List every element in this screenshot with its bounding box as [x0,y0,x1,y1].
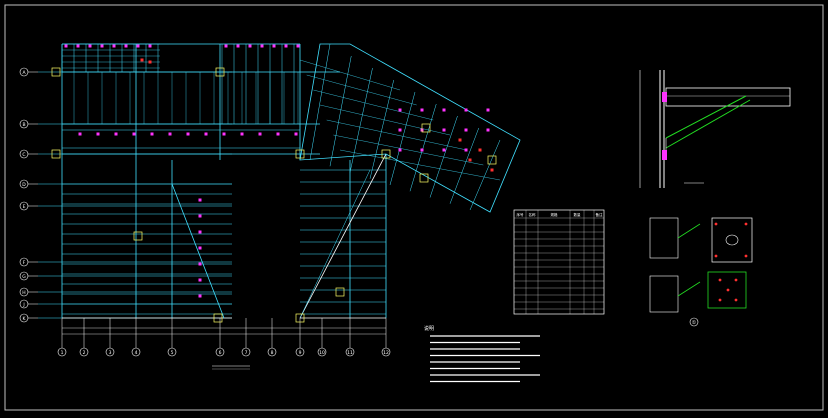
section-tag-marker [150,132,154,136]
bolt-icon [734,298,738,302]
col-axis-label: 3 [109,350,112,356]
section-tag-marker [114,132,118,136]
section-tag-marker [136,44,140,48]
col-axis-label: 5 [171,350,174,356]
section-tag-marker [240,132,244,136]
section-tag-marker [464,108,468,112]
bolt-icon [714,222,718,226]
section-tag-marker [420,108,424,112]
bolt-icon [718,278,722,282]
row-axis-label: D [22,182,26,188]
row-axis-label: B [22,122,25,128]
anchor-plate [662,92,667,102]
red-marker [490,168,494,172]
col-axis-label: 10 [319,350,325,356]
col-axis-label: 8 [271,350,274,356]
section-tag-marker [198,214,202,218]
section-tag-marker [198,278,202,282]
section-tag-marker [236,44,240,48]
section-tag-marker [284,44,288,48]
section-tag-marker [296,44,300,48]
section-tag-marker [224,44,228,48]
row-axis-label: E [23,204,26,210]
col-axis-label: 7 [245,350,248,356]
section-tag-marker [64,44,68,48]
col-axis-label: 6 [219,350,222,356]
section-tag-marker [112,44,116,48]
row-axis-label: G [22,274,26,280]
section-tag-marker [486,108,490,112]
table-header-cell: 规格 [551,212,559,217]
detail-callout-label: ① [692,320,697,326]
section-tag-marker [398,108,402,112]
section-tag-marker [100,44,104,48]
col-axis-label: 1 [61,350,64,356]
section-tag-marker [148,44,152,48]
section-tag-marker [258,132,262,136]
red-marker [148,60,152,64]
section-tag-marker [198,294,202,298]
section-tag-marker [442,148,446,152]
cad-drawing-canvas[interactable]: ABCDEFGHJK 1 2 3 4 5 6 7 8 9 10 11 12 ① 序号 名称 规格 数量 备注 … [0,0,828,418]
section-tag-marker [204,132,208,136]
canvas-background [0,0,828,418]
section-tag-marker [420,148,424,152]
col-axis-label: 12 [383,350,389,356]
table-header-cell: 数量 [574,212,582,217]
table-header-cell: 名称 [529,212,537,217]
section-tag-marker [276,132,280,136]
section-tag-marker [198,198,202,202]
col-axis-label: 9 [299,350,302,356]
table-header-cell: 序号 [517,212,525,217]
row-axis-label: H [22,290,25,296]
col-axis-label: 11 [347,350,353,356]
section-tag-marker [96,132,100,136]
row-axis-label: C [22,152,25,158]
section-tag-marker [222,132,226,136]
bolt-icon [718,298,722,302]
section-tag-marker [132,132,136,136]
red-marker [140,58,144,62]
red-marker [478,148,482,152]
section-tag-marker [248,44,252,48]
col-axis-label: 2 [83,350,86,356]
row-axis-label: J [22,302,24,308]
section-tag-marker [198,262,202,266]
section-tag-marker [198,246,202,250]
bolt-icon [744,222,748,226]
section-tag-marker [294,132,298,136]
section-tag-marker [260,44,264,48]
section-tag-marker [398,128,402,132]
table-header-cell: 备注 [596,212,604,217]
bolt-icon [726,288,730,292]
section-tag-marker [88,44,92,48]
section-tag-marker [442,128,446,132]
bolt-icon [744,254,748,258]
section-tag-marker [486,128,490,132]
section-tag-marker [186,132,190,136]
row-axis-label: F [23,260,26,266]
red-marker [458,138,462,142]
col-axis-label: 4 [135,350,138,356]
section-tag-marker [198,230,202,234]
section-tag-marker [464,148,468,152]
anchor-plate [662,150,667,160]
red-marker [468,158,472,162]
section-tag-marker [78,132,82,136]
section-tag-marker [272,44,276,48]
section-tag-marker [168,132,172,136]
notes-heading: 说明 [424,325,434,332]
section-tag-marker [124,44,128,48]
section-tag-marker [442,108,446,112]
bolt-icon [714,254,718,258]
section-tag-marker [398,148,402,152]
section-tag-marker [76,44,80,48]
section-tag-marker [464,128,468,132]
bolt-icon [734,278,738,282]
